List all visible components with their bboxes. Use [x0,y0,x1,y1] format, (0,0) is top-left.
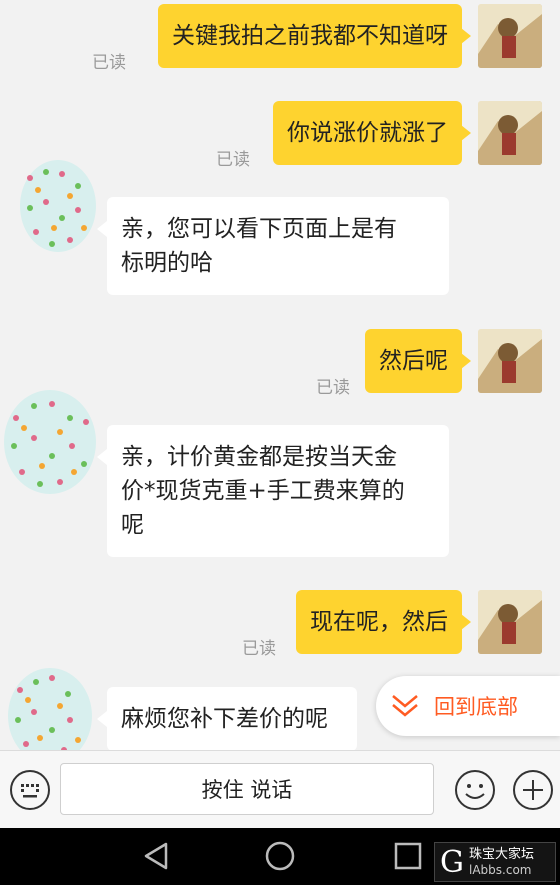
plus-icon[interactable] [512,769,554,811]
recents-icon[interactable] [392,840,424,872]
outgoing-message[interactable]: 你说涨价就涨了 [273,101,471,165]
avatar-image [478,101,542,165]
avatar-image [4,390,96,494]
watermark-title: 珠宝大家坛 [469,847,535,862]
incoming-message[interactable]: 麻烦您补下差价的呢 [97,687,357,750]
system-nav-bar: G 珠宝大家坛 lAbbs.com [0,828,560,885]
read-receipt: 已读 [216,150,250,170]
shop-avatar[interactable] [4,664,100,750]
avatar-image [20,160,96,252]
scroll-to-bottom-button[interactable]: 回到底部 [376,676,560,736]
my-avatar[interactable] [478,329,542,393]
outgoing-message[interactable]: 关键我拍之前我都不知道呀 [158,4,471,68]
home-icon[interactable] [264,840,296,872]
message-text: 你说涨价就涨了 [287,120,448,146]
message-line: 亲，计价黄金都是按当天金 [121,444,397,470]
shop-avatar[interactable] [18,158,100,258]
hold-to-talk-button[interactable]: 按住 说话 [60,763,434,815]
my-avatar[interactable] [478,4,542,68]
message-line: 麻烦您补下差价的呢 [121,706,328,732]
avatar-image [478,329,542,393]
outgoing-message[interactable]: 然后呢 [365,329,471,393]
incoming-message[interactable]: 亲，您可以看下页面上是有 标明的哈 [97,197,449,295]
keyboard-icon[interactable] [9,769,51,811]
chat-area[interactable]: 已读 关键我拍之前我都不知道呀 已读 你说涨价就涨了 亲，您可以看下页面上是有 … [0,0,560,750]
double-chevron-down-icon [392,695,418,717]
watermark-logo: G [440,844,464,880]
message-line: 价*现货克重+手工费来算的 [121,478,405,504]
message-line: 亲，您可以看下页面上是有 [121,216,397,242]
hold-to-talk-label: 按住 说话 [201,778,293,802]
read-receipt: 已读 [316,378,350,398]
outgoing-message[interactable]: 现在呢，然后 [296,590,471,654]
shop-avatar[interactable] [2,388,98,500]
read-receipt: 已读 [92,53,126,73]
smiley-icon[interactable] [454,769,496,811]
incoming-message[interactable]: 亲，计价黄金都是按当天金 价*现货克重+手工费来算的 呢 [97,425,449,557]
back-icon[interactable] [140,840,172,872]
avatar-image [8,668,92,750]
input-bar: 按住 说话 [0,750,560,828]
my-avatar[interactable] [478,590,542,654]
watermark-url: lAbbs.com [469,863,532,877]
avatar-image [478,590,542,654]
my-avatar[interactable] [478,101,542,165]
forum-watermark: G 珠宝大家坛 lAbbs.com [434,842,556,882]
message-text: 然后呢 [379,348,448,374]
message-text: 关键我拍之前我都不知道呀 [172,23,448,49]
message-line: 呢 [121,512,144,538]
scroll-to-bottom-label: 回到底部 [434,695,518,719]
avatar-image [478,4,542,68]
message-line: 标明的哈 [121,250,213,276]
read-receipt: 已读 [242,639,276,659]
message-text: 现在呢，然后 [310,609,448,635]
